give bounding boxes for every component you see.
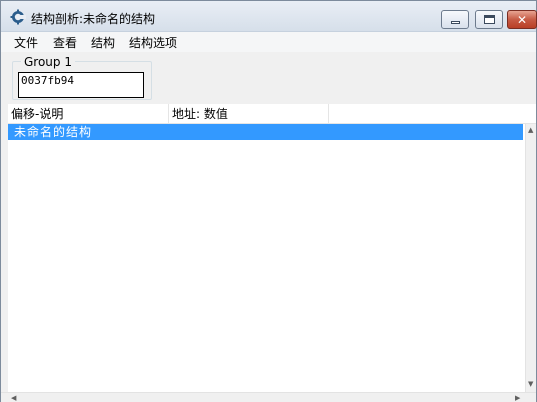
column-offset-description[interactable]: 偏移-说明 bbox=[8, 104, 169, 124]
structure-tree[interactable]: 未命名的结构 bbox=[8, 124, 525, 392]
menu-bar: 文件 查看 结构 结构选项 bbox=[1, 32, 536, 52]
address-field[interactable]: 0037fb94 bbox=[18, 72, 144, 98]
tree-row-selected[interactable]: 未命名的结构 bbox=[8, 124, 523, 140]
maximize-icon bbox=[484, 15, 495, 24]
menu-view[interactable]: 查看 bbox=[53, 34, 77, 51]
menu-file[interactable]: 文件 bbox=[14, 34, 38, 51]
scroll-down-icon[interactable]: ▼ bbox=[528, 380, 533, 388]
left-edge bbox=[1, 104, 8, 392]
minimize-button[interactable] bbox=[441, 10, 469, 29]
structure-dissect-window: 结构剖析:未命名的结构 ✕ 文件 查看 结构 结构选项 Group 1 0037… bbox=[0, 0, 537, 402]
scroll-up-icon[interactable]: ▲ bbox=[528, 126, 533, 134]
window-title: 结构剖析:未命名的结构 bbox=[31, 12, 156, 26]
menu-structure-options[interactable]: 结构选项 bbox=[129, 34, 177, 51]
column-header: 偏移-说明 地址: 数值 bbox=[8, 104, 536, 124]
menu-structure[interactable]: 结构 bbox=[91, 34, 115, 51]
vertical-scrollbar[interactable]: ▲ ▼ bbox=[525, 124, 536, 392]
cheat-engine-gear-icon bbox=[10, 9, 26, 25]
close-icon: ✕ bbox=[517, 13, 528, 27]
scroll-left-icon[interactable]: ◀ bbox=[11, 394, 16, 402]
close-button[interactable]: ✕ bbox=[507, 10, 537, 29]
horizontal-scrollbar[interactable]: ◀ ▶ bbox=[1, 392, 536, 402]
minimize-icon bbox=[451, 21, 460, 24]
group-panel: Group 1 0037fb94 bbox=[1, 52, 536, 103]
column-address-value[interactable]: 地址: 数值 bbox=[169, 104, 329, 124]
group-label: Group 1 bbox=[21, 55, 75, 69]
scroll-right-icon[interactable]: ▶ bbox=[515, 394, 520, 402]
title-bar[interactable]: 结构剖析:未命名的结构 ✕ bbox=[1, 1, 537, 32]
maximize-button[interactable] bbox=[475, 10, 503, 29]
